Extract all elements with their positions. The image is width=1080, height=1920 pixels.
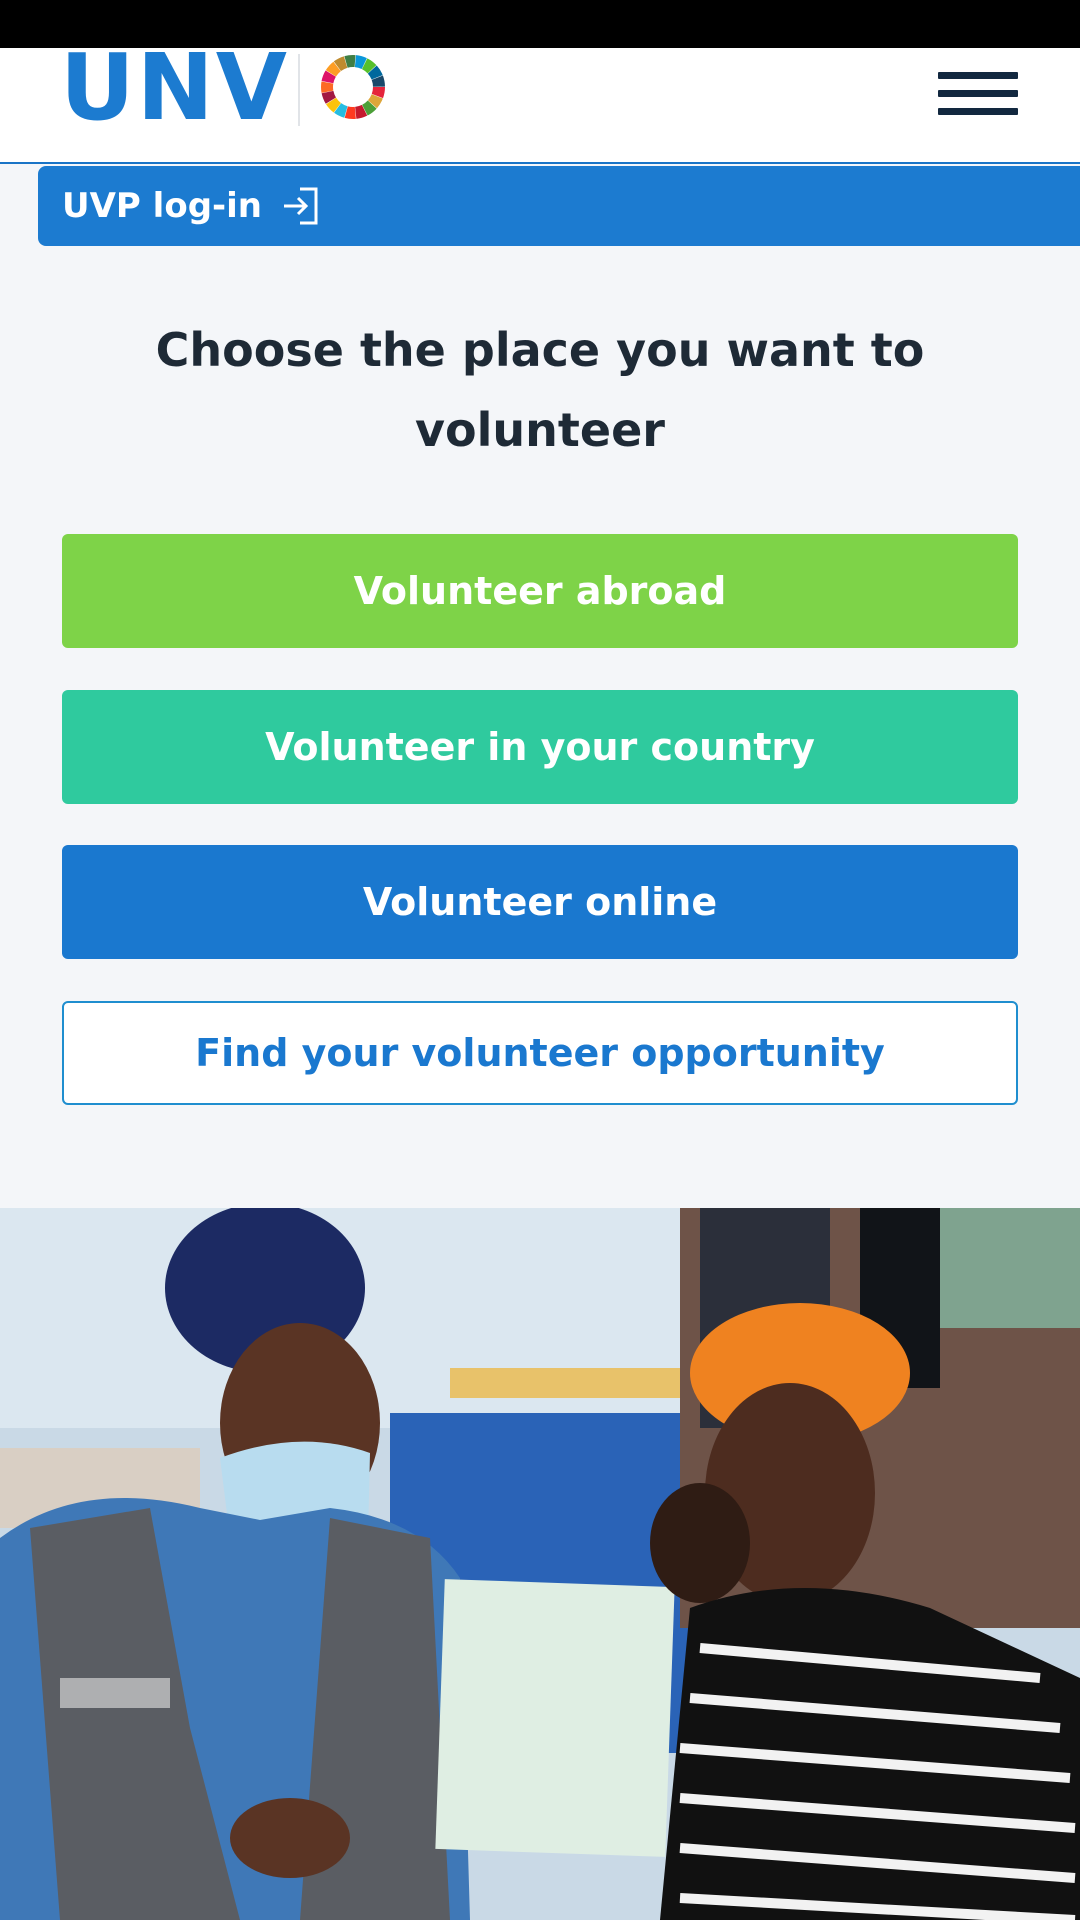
unv-logo[interactable]: UNV: [60, 42, 289, 134]
volunteer-online-button[interactable]: Volunteer online: [62, 845, 1018, 959]
hamburger-menu-icon[interactable]: [934, 58, 1020, 126]
login-label: UVP log-in: [62, 186, 262, 226]
menu-line: [938, 108, 1018, 115]
hero-photo: [0, 1208, 1080, 1920]
logo-divider: [298, 54, 300, 126]
volunteer-abroad-button[interactable]: Volunteer abroad: [62, 534, 1018, 648]
menu-line: [938, 72, 1018, 79]
site-header: UNV: [0, 42, 1080, 164]
find-opportunity-button[interactable]: Find your volunteer opportunity: [62, 1001, 1018, 1105]
volunteer-in-country-button[interactable]: Volunteer in your country: [62, 690, 1018, 804]
uvp-login-button[interactable]: UVP log-in: [38, 166, 1080, 246]
menu-line: [938, 90, 1018, 97]
sign-in-icon: [284, 187, 318, 225]
page-heading: Choose the place you want to volunteer: [155, 323, 925, 457]
sdg-color-wheel-icon: [321, 55, 385, 119]
